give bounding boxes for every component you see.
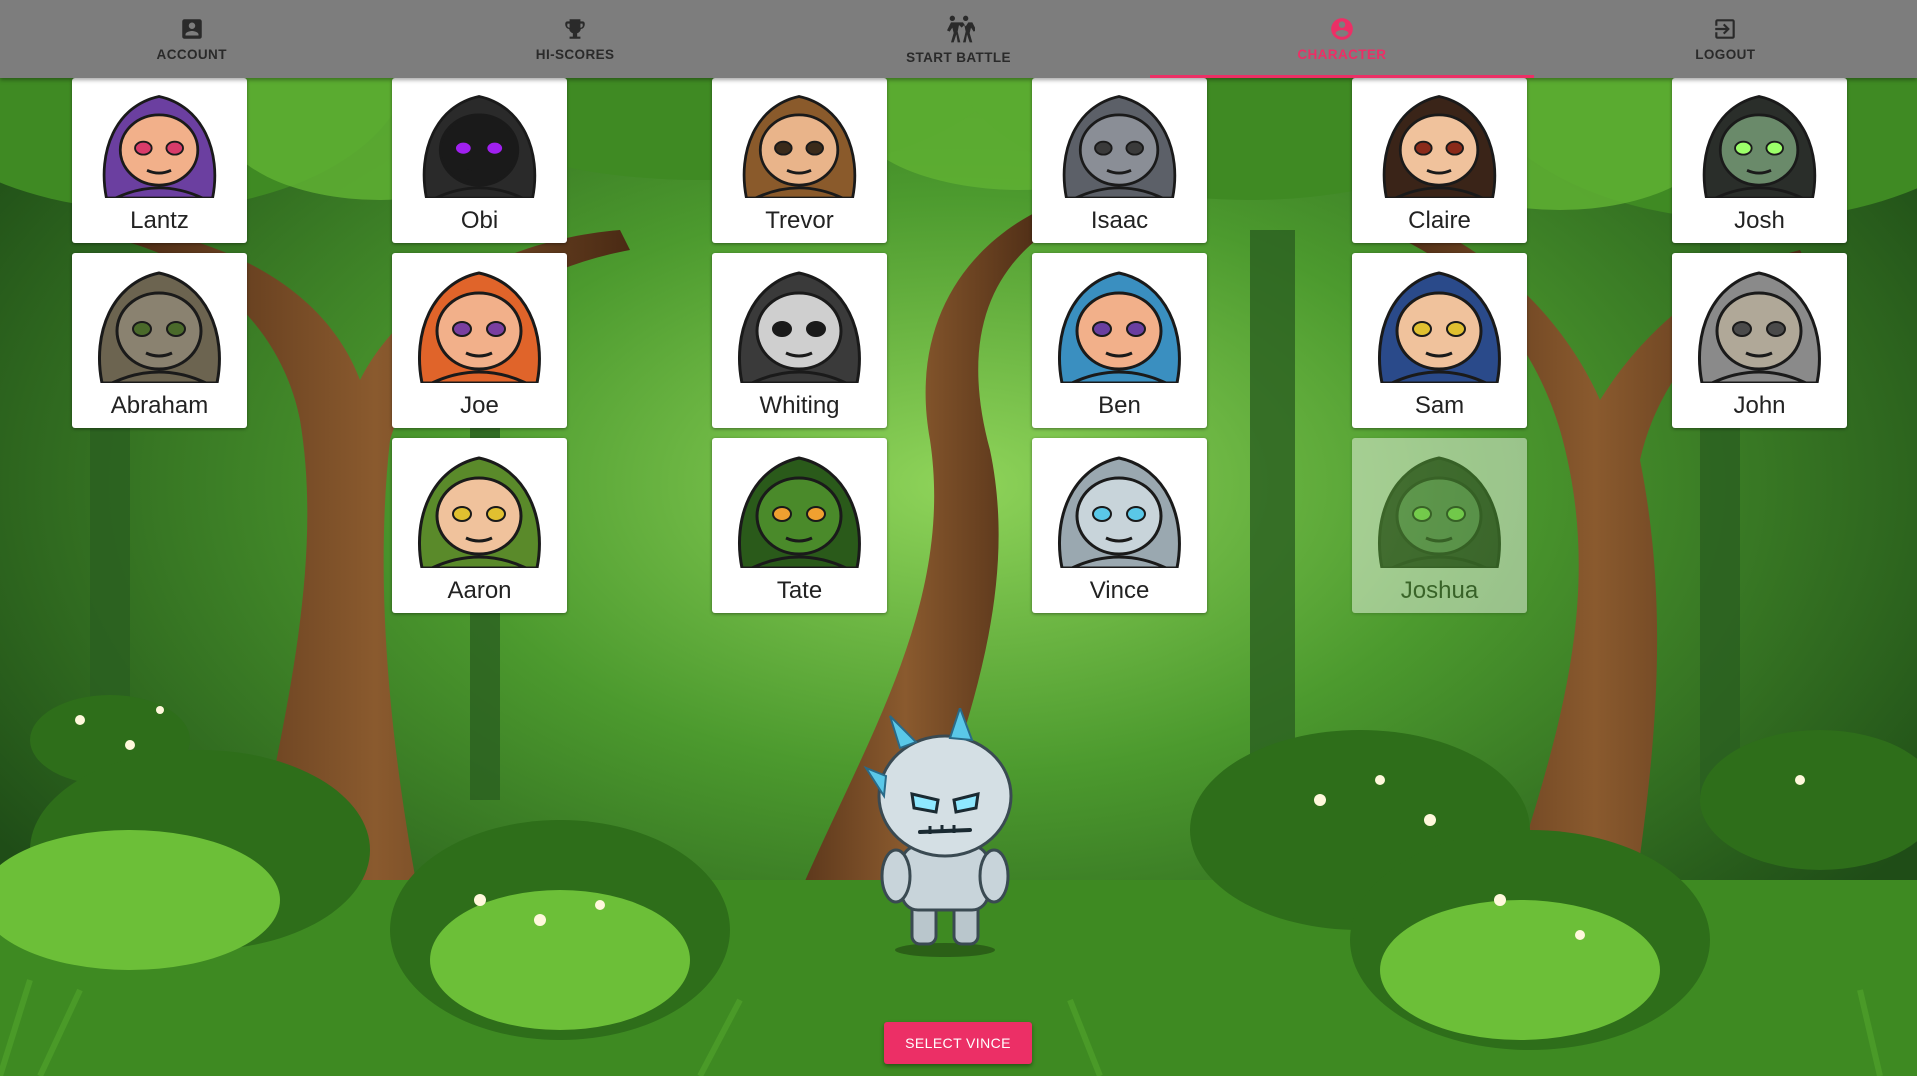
character-card[interactable]: Obi	[392, 78, 567, 243]
tab-hi-scores[interactable]: HI-SCORES	[383, 0, 766, 78]
character-name: Whiting	[759, 392, 840, 419]
account-circle-icon	[1331, 18, 1353, 40]
character-portrait	[418, 271, 541, 383]
character-card[interactable]: Joshua	[1352, 438, 1527, 613]
character-card[interactable]: Lantz	[72, 78, 247, 243]
character-name: Joe	[460, 392, 499, 419]
character-card[interactable]: Vince	[1032, 438, 1207, 613]
character-card[interactable]: Joe	[392, 253, 567, 428]
tab-label: LOGOUT	[1695, 47, 1756, 62]
tab-label: ACCOUNT	[156, 47, 227, 62]
tab-logout[interactable]: LOGOUT	[1534, 0, 1917, 78]
trophy-icon	[565, 19, 585, 39]
character-name: Lantz	[130, 207, 189, 234]
character-portrait	[98, 271, 221, 383]
character-portrait	[418, 456, 541, 568]
character-name: Abraham	[110, 392, 209, 419]
character-name: Ben	[1098, 392, 1141, 419]
character-portrait	[1058, 271, 1181, 383]
character-name: John	[1733, 392, 1786, 419]
character-card[interactable]: John	[1672, 253, 1847, 428]
logout-icon	[1715, 19, 1736, 39]
character-name: Claire	[1408, 207, 1471, 234]
character-card[interactable]: Claire	[1352, 78, 1527, 243]
character-portrait	[1058, 456, 1181, 568]
battle-icon	[946, 15, 975, 43]
tab-label: CHARACTER	[1297, 47, 1387, 62]
character-card[interactable]: Trevor	[712, 78, 887, 243]
character-card[interactable]: Isaac	[1032, 78, 1207, 243]
character-portrait	[742, 95, 857, 198]
character-name: Trevor	[765, 207, 834, 234]
character-portrait	[102, 95, 217, 198]
tab-label: START BATTLE	[906, 50, 1011, 65]
character-portrait	[1378, 271, 1501, 383]
tab-account[interactable]: ACCOUNT	[0, 0, 383, 78]
character-name: Aaron	[447, 577, 512, 604]
character-portrait	[738, 271, 861, 383]
character-card[interactable]: Josh	[1672, 78, 1847, 243]
character-name: Obi	[460, 207, 499, 234]
character-name: Tate	[776, 577, 823, 604]
character-portrait	[1702, 95, 1817, 198]
character-portrait	[422, 95, 537, 198]
character-name: Vince	[1089, 577, 1150, 604]
select-character-button[interactable]: SELECT VINCE	[884, 1022, 1032, 1064]
account-box-icon	[181, 19, 202, 39]
character-name: Josh	[1734, 207, 1785, 234]
character-card[interactable]: Abraham	[72, 253, 247, 428]
character-card[interactable]: Tate	[712, 438, 887, 613]
character-portrait	[1382, 95, 1497, 198]
character-name: Isaac	[1090, 207, 1149, 234]
character-portrait	[738, 456, 861, 568]
character-card[interactable]: Sam	[1352, 253, 1527, 428]
selected-character-sprite	[863, 708, 1013, 957]
character-portrait	[1698, 271, 1821, 383]
character-grid: Lantz Obi Trevor Isaac Claire Josh Abraham Joe W…	[0, 0, 1917, 640]
character-portrait	[1062, 95, 1177, 198]
character-card[interactable]: Ben	[1032, 253, 1207, 428]
character-name: Sam	[1414, 392, 1465, 419]
top-nav-bar: ACCOUNT HI-SCORES START BATTLE CHARACTER…	[0, 0, 1917, 78]
character-name: Joshua	[1400, 577, 1479, 604]
tab-character[interactable]: CHARACTER	[1150, 0, 1535, 78]
tab-start-battle[interactable]: START BATTLE	[767, 0, 1150, 78]
character-portrait	[1378, 456, 1501, 568]
character-card[interactable]: Whiting	[712, 253, 887, 428]
tab-label: HI-SCORES	[535, 47, 615, 62]
character-card[interactable]: Aaron	[392, 438, 567, 613]
